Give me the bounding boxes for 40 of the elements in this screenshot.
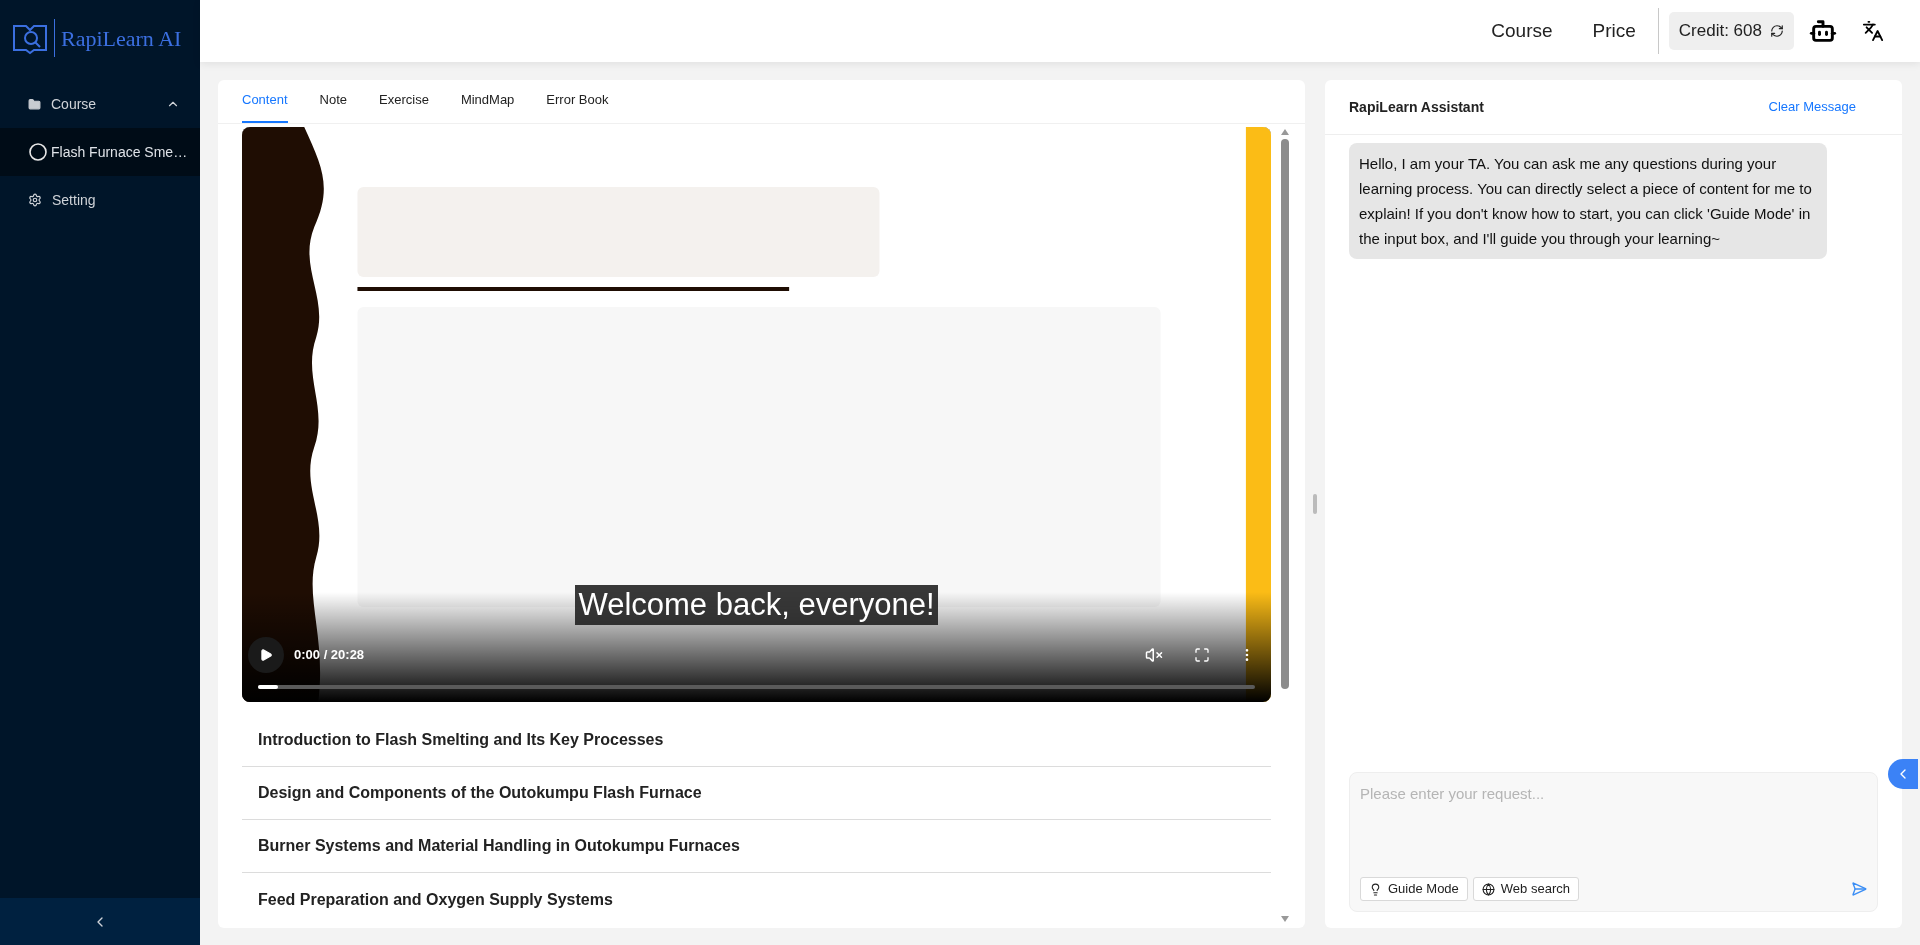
logo-text: RapiLearn AI <box>61 24 182 53</box>
translate-icon <box>1862 20 1884 42</box>
web-search-button[interactable]: Web search <box>1472 877 1579 901</box>
chapter-item[interactable]: Introduction to Flash Smelting and Its Key Processes <box>242 714 1271 767</box>
nav-link[interactable]: Price <box>1572 16 1656 46</box>
video-time: 0:00 / 20:28 <box>294 646 365 665</box>
clear-message-link[interactable]: Clear Message <box>1768 97 1856 117</box>
expand-tab-button[interactable] <box>1888 759 1918 789</box>
refresh-icon <box>1770 24 1784 38</box>
tab[interactable]: Error Book <box>546 79 609 123</box>
tab[interactable]: Content <box>242 79 288 123</box>
setting-menu[interactable]: Setting <box>0 176 200 224</box>
video-player[interactable]: Welcome back, everyone! 0:00 / 20:28 <box>242 127 1271 702</box>
course-item[interactable]: Flash Furnace Sme… <box>0 128 200 176</box>
chapter-item[interactable]: Feed Preparation and Oxygen Supply Systems <box>242 873 1271 926</box>
progress-track[interactable] <box>258 685 1255 689</box>
course-menu[interactable]: Course <box>0 80 200 128</box>
request-input[interactable]: Please enter your request... <box>1360 783 1867 806</box>
globe-icon <box>1481 882 1495 896</box>
circle-icon <box>29 143 47 161</box>
play-icon <box>259 648 273 662</box>
guide-mode-button[interactable]: Guide Mode <box>1360 877 1468 901</box>
credit-badge[interactable]: Credit: 608 <box>1668 12 1794 50</box>
muted-speaker-icon <box>1145 646 1163 664</box>
chapter-item[interactable]: Burner Systems and Material Handling in Outokumpu Furnaces <box>242 820 1271 873</box>
tab[interactable]: Note <box>319 79 347 123</box>
lightbulb-icon <box>1369 882 1382 896</box>
tab[interactable]: Exercise <box>379 79 429 123</box>
tab[interactable]: MindMap <box>460 79 515 123</box>
subtitle: Welcome back, everyone! <box>575 585 938 625</box>
settings-icon <box>28 193 42 207</box>
request-box[interactable]: Please enter your request... Guide Mode Web search <box>1349 772 1878 912</box>
nav-link[interactable]: Course <box>1471 16 1573 46</box>
folder-icon <box>28 97 41 111</box>
fullscreen-icon <box>1194 647 1210 663</box>
assistant-title: RapiLearn Assistant <box>1349 97 1484 117</box>
assistant-message: Hello, I am your TA. You can ask me any questions during your learning process. You can directly select a piece of content for me to explain! If you don't know how to start, you can click 'Guide Mode' in the input box, and I'll guide you through your learning~ <box>1349 143 1827 259</box>
chapter-item[interactable]: Design and Components of the Outokumpu Flash Furnace <box>242 767 1271 820</box>
send-icon[interactable] <box>1851 881 1867 897</box>
robot-icon <box>1809 17 1837 45</box>
